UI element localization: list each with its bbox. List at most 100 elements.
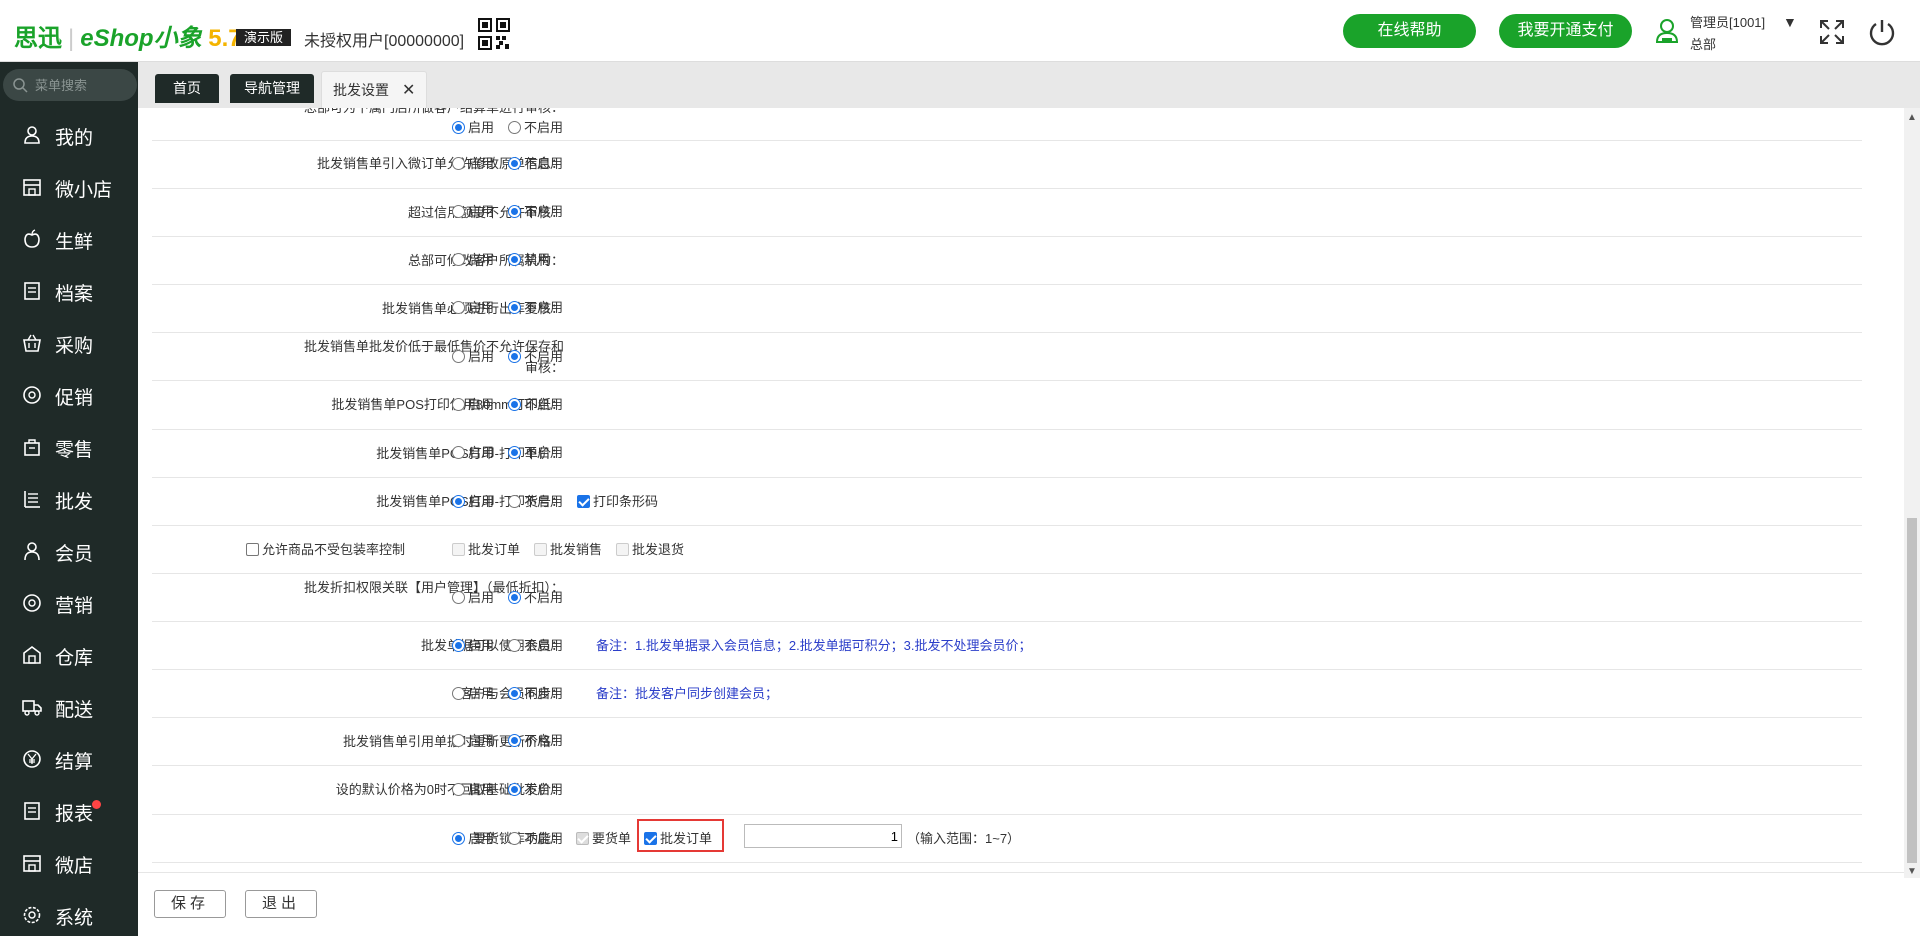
member-note: 备注：1.批发单据录入会员信息；2.批发单据可积分；3.批发不处理会员价； (596, 638, 1032, 653)
sidebar-item-label: 系统 (55, 908, 94, 929)
option-disable[interactable]: 不启用 (508, 782, 563, 798)
scroll-down-icon[interactable]: ▼ (1907, 866, 1917, 877)
qr-code-icon[interactable] (478, 18, 510, 50)
setting-row: 要货锁库功能： 启用 不启用 要货单 批发订单 （输入范围：1~7） (152, 815, 1862, 863)
menu-search-input[interactable] (35, 75, 131, 95)
warehouse-icon (23, 646, 41, 664)
option-disable[interactable]: 不启用 (508, 445, 563, 461)
wholesale-sale-checkbox: 批发销售 (534, 542, 602, 558)
option-disable[interactable]: 不启用 (508, 349, 563, 365)
option-enable[interactable]: 启用 (452, 686, 494, 702)
option-disable[interactable]: 不启用 (508, 494, 563, 510)
option-disable[interactable]: 不启用 (508, 204, 563, 220)
customer-sync-note: 备注：批发客户同步创建会员； (596, 686, 779, 701)
option-enable[interactable]: 启用 (452, 445, 494, 461)
user-avatar-icon[interactable] (1655, 18, 1679, 44)
wholesale-order-lock-checkbox[interactable]: 批发订单 (644, 831, 712, 847)
wholesale-icon (24, 491, 40, 508)
sidebar-item-member[interactable]: 会员 (0, 524, 138, 576)
sidebar-item-wholesale[interactable]: 批发 (0, 472, 138, 524)
option-disable[interactable]: 不启用 (508, 831, 563, 847)
footer-bar: 保存 退出 (138, 872, 1904, 936)
option-enable[interactable]: 启用 (452, 120, 494, 136)
requisition-order-checkbox: 要货单 (576, 831, 631, 847)
fullscreen-icon[interactable] (1818, 18, 1846, 46)
option-enable[interactable]: 启用 (452, 204, 494, 220)
sidebar-item-mine[interactable]: 我的 (0, 108, 138, 160)
power-icon[interactable] (1867, 17, 1897, 47)
sidebar-item-label: 结算 (55, 752, 94, 773)
open-payment-button[interactable]: 我要开通支付 (1499, 14, 1632, 48)
setting-row: 批发销售单必须进行出库复核： 启用 不启用 (152, 285, 1862, 333)
sidebar-item-report[interactable]: 报表 (0, 784, 138, 836)
sidebar-item-purchase[interactable]: 采购 (0, 316, 138, 368)
scroll-up-icon[interactable]: ▲ (1907, 112, 1917, 123)
sidebar-item-wechat-store[interactable]: 微店 (0, 836, 138, 888)
option-disable[interactable]: 不启用 (508, 156, 563, 172)
sidebar-item-label: 报表 (55, 804, 94, 825)
yen-icon (23, 750, 41, 768)
option-enable[interactable]: 启用 (452, 831, 494, 847)
sidebar-item-settlement[interactable]: 结算 (0, 732, 138, 784)
notification-dot (92, 800, 101, 809)
sidebar-item-warehouse[interactable]: 仓库 (0, 628, 138, 680)
sidebar-item-micro-store[interactable]: 微小店 (0, 160, 138, 212)
online-help-button[interactable]: 在线帮助 (1343, 14, 1476, 48)
user-name[interactable]: 管理员[1001] (1690, 12, 1765, 31)
tab-home[interactable]: 首页 (155, 74, 219, 103)
sidebar-item-marketing[interactable]: 营销 (0, 576, 138, 628)
close-icon[interactable]: ✕ (402, 72, 415, 109)
option-enable[interactable]: 启用 (452, 156, 494, 172)
option-disable[interactable]: 不启用 (508, 120, 563, 136)
sidebar-item-archive[interactable]: 档案 (0, 264, 138, 316)
logo-separator: | (68, 25, 75, 52)
option-disable[interactable]: 不启用 (508, 686, 563, 702)
option-enable[interactable]: 启用 (452, 638, 494, 654)
setting-row: 批发销售单批发价低于最低售价不允许保存和审核： 启用 不启用 (152, 333, 1862, 381)
lock-days-input[interactable] (744, 824, 902, 848)
demo-badge: 演示版 (236, 29, 292, 46)
sidebar: 我的 微小店 生鲜 档案 采购 促销 零售 批发 会员 营销 仓库 配 (0, 62, 138, 936)
sidebar-item-promotion[interactable]: 促销 (0, 368, 138, 420)
option-enable[interactable]: 启用 (452, 733, 494, 749)
setting-row: 批发销售单引入微订单允许修改原单信息： 启用 不启用 (152, 141, 1862, 189)
tab-label: 批发设置 (333, 82, 389, 98)
option-enable[interactable]: 启用 (452, 349, 494, 365)
apple-icon (24, 229, 40, 248)
option-enable[interactable]: 启用 (452, 397, 494, 413)
pack-rate-checkbox[interactable]: 允许商品不受包装率控制 (246, 542, 405, 558)
option-disable[interactable]: 不启用 (508, 638, 563, 654)
input-range-hint: （输入范围：1~7） (907, 831, 1021, 846)
scrollbar-thumb[interactable] (1907, 518, 1917, 863)
setting-row: 超过信用额度不允许审核： 启用 不启用 (152, 189, 1862, 237)
sidebar-item-fresh[interactable]: 生鲜 (0, 212, 138, 264)
sidebar-item-label: 营销 (55, 596, 94, 617)
sidebar-item-delivery[interactable]: 配送 (0, 680, 138, 732)
caret-down-icon[interactable]: ▼ (1783, 14, 1797, 30)
shop-icon (23, 855, 41, 872)
option-enable[interactable]: 启用 (452, 300, 494, 316)
print-barcode-checkbox[interactable]: 打印条形码 (577, 494, 658, 510)
exit-button[interactable]: 退出 (245, 890, 317, 918)
option-disable[interactable]: 不启用 (508, 300, 563, 316)
option-enable[interactable]: 启用 (452, 494, 494, 510)
option-enable[interactable]: 启用 (452, 782, 494, 798)
option-disable[interactable]: 不启用 (508, 733, 563, 749)
option-disable[interactable]: 不启用 (508, 397, 563, 413)
setting-row: 批发销售单POS打印-打印单价： 启用 不启用 (152, 430, 1862, 478)
option-enable[interactable]: 启用 (452, 252, 494, 268)
option-disable[interactable]: 禁用 (508, 252, 550, 268)
setting-row: 批发单据可以使用会员： 启用 不启用 备注：1.批发单据录入会员信息；2.批发单… (152, 622, 1862, 670)
bag-icon (24, 439, 40, 456)
option-enable[interactable]: 启用 (452, 590, 494, 606)
save-button[interactable]: 保存 (154, 890, 226, 918)
wholesale-order-checkbox: 批发订单 (452, 542, 520, 558)
tab-nav-management[interactable]: 导航管理 (230, 74, 314, 103)
tab-wholesale-settings[interactable]: 批发设置 ✕ (321, 71, 427, 108)
sidebar-item-label: 配送 (55, 700, 94, 721)
sidebar-item-retail[interactable]: 零售 (0, 420, 138, 472)
tab-bar: 首页 导航管理 批发设置 ✕ (138, 62, 1920, 108)
option-disable[interactable]: 不启用 (508, 590, 563, 606)
menu-search-box[interactable] (3, 69, 137, 101)
sidebar-item-system[interactable]: 系统 (0, 888, 138, 940)
